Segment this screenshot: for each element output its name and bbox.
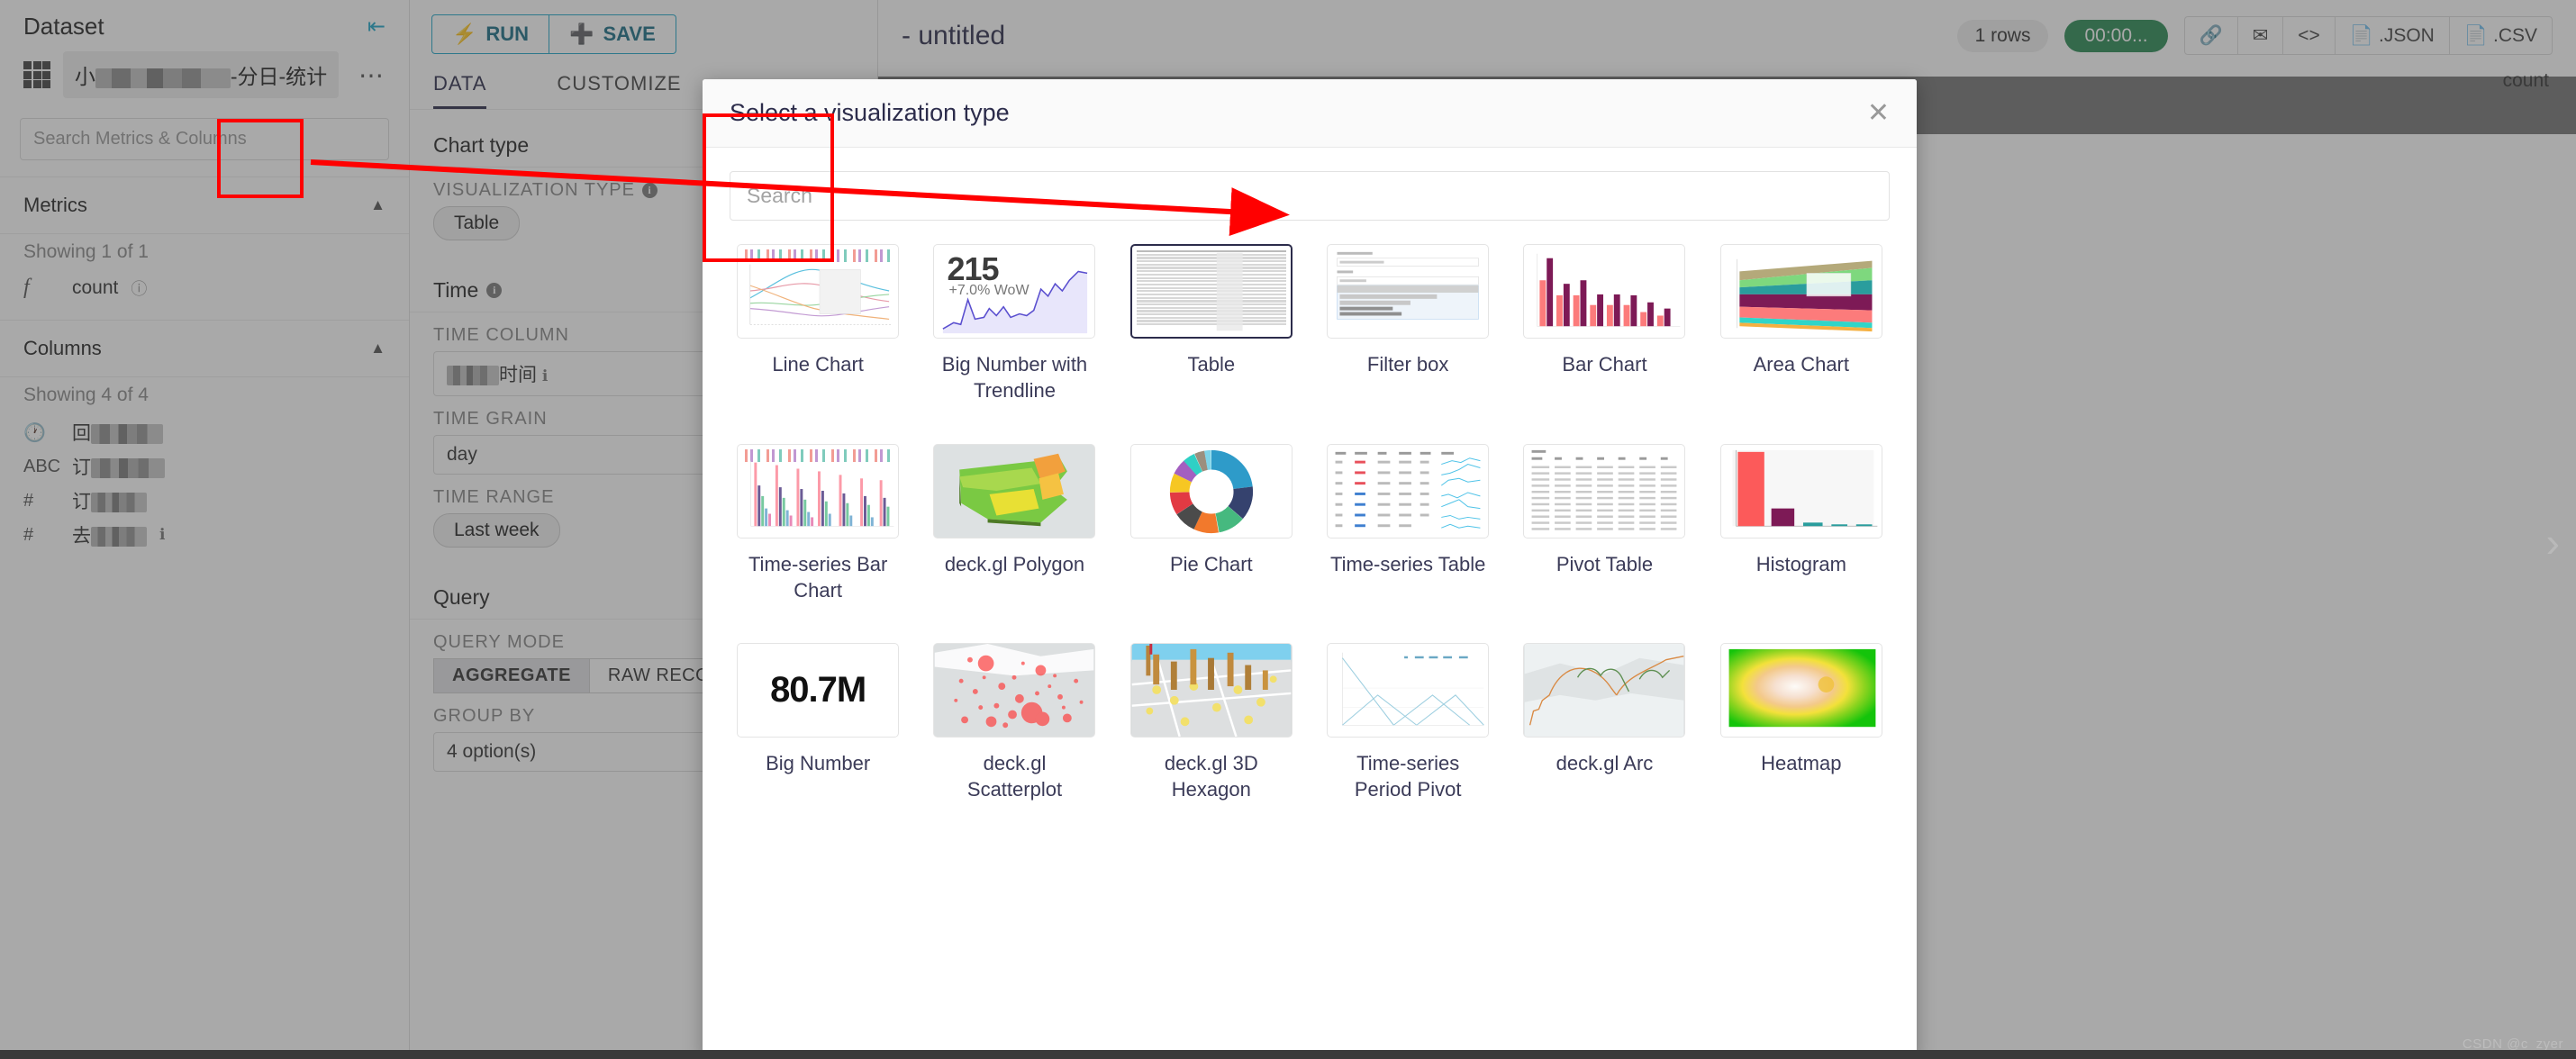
viz-card-area-chart[interactable]: Area Chart [1713,244,1890,404]
viz-card-label: Time-series Period Pivot [1354,752,1462,801]
viz-card-pie-chart[interactable]: Pie Chart [1123,443,1300,604]
table-thumb [1129,244,1293,339]
modal-title: Select a visualization type [730,99,1010,126]
filter-box-thumb [1327,244,1490,339]
viz-card-pivot-table[interactable]: Pivot Table [1516,443,1692,604]
viz-card-time-series-table[interactable]: Time-series Table [1320,443,1496,604]
viz-card-label: Area Chart [1753,353,1849,376]
visualization-type-modal: Select a visualization type ✕ Search Lin… [703,79,1917,1059]
pivot-table-thumb [1523,443,1686,539]
close-icon[interactable]: ✕ [1867,99,1890,127]
viz-card-deckgl-scatterplot[interactable]: deck.gl Scatterplot [926,643,1102,803]
deckgl-polygon-thumb [933,443,1096,539]
viz-card-big-number-with-trendline[interactable]: 215 +7.0% WoW Big Number with Trendline [926,244,1102,404]
viz-card-label: Time-series Bar Chart [748,552,888,602]
viz-card-bar-chart[interactable]: Bar Chart [1516,244,1692,404]
viz-card-line-chart[interactable]: Line Chart [730,244,906,404]
search-input[interactable]: Search [730,171,1890,221]
time-series-period-pivot-thumb [1327,643,1490,738]
viz-card-label: Table [1187,353,1236,376]
chevron-right-icon[interactable]: › [2546,518,2560,566]
viz-card-time-series-period-pivot[interactable]: Time-series Period Pivot [1320,643,1496,803]
viz-card-label: Big Number with Trendline [941,353,1088,403]
viz-card-label: deck.gl 3D Hexagon [1164,752,1258,801]
viz-card-histogram[interactable]: Histogram [1713,443,1890,604]
modal-body: Search Line Chart 215 +7.0% WoW Big Numb… [703,148,1917,1059]
viz-card-deckgl-polygon[interactable]: deck.gl Polygon [926,443,1102,604]
viz-card-big-number[interactable]: 80.7M Big Number [730,643,906,803]
deckgl-3d-hexagon-thumb [1129,643,1293,738]
modal-header: Select a visualization type ✕ [703,79,1917,148]
viz-card-filter-box[interactable]: Filter box [1320,244,1496,404]
pie-chart-thumb [1129,443,1293,539]
viz-card-label: Filter box [1366,353,1449,376]
viz-card-label: deck.gl Arc [1556,752,1654,774]
big-number-trendline-thumb: 215 +7.0% WoW [933,244,1096,339]
deckgl-scatterplot-thumb [933,643,1096,738]
histogram-thumb [1719,443,1882,539]
viz-card-deckgl-3d-hexagon[interactable]: deck.gl 3D Hexagon [1123,643,1300,803]
time-series-table-thumb [1327,443,1490,539]
viz-card-label: Heatmap [1761,752,1842,774]
viz-card-deckgl-arc[interactable]: deck.gl Arc [1516,643,1692,803]
viz-card-label: Pivot Table [1556,552,1654,575]
viz-card-label: Bar Chart [1562,353,1647,376]
bar-chart-thumb [1523,244,1686,339]
viz-card-time-series-bar-chart[interactable]: Time-series Bar Chart [730,443,906,604]
viz-card-label: Big Number [766,752,871,774]
area-chart-thumb [1719,244,1882,339]
line-chart-thumb [737,244,900,339]
viz-card-label: Time-series Table [1329,552,1486,575]
viz-card-table[interactable]: Table [1123,244,1300,404]
bottom-bar [0,1050,2576,1059]
viz-card-label: deck.gl Polygon [944,552,1085,575]
viz-card-heatmap[interactable]: Heatmap [1713,643,1890,803]
time-series-bar-chart-thumb [737,443,900,539]
viz-card-label: Histogram [1755,552,1846,575]
visualization-type-grid: Line Chart 215 +7.0% WoW Big Number with… [730,244,1890,803]
big-number-value: 80.7M [770,670,866,710]
heatmap-thumb [1719,643,1882,738]
viz-card-label: deck.gl Scatterplot [966,752,1063,801]
big-number-thumb: 80.7M [737,643,900,738]
viz-card-label: Line Chart [772,353,864,376]
deckgl-arc-thumb [1523,643,1686,738]
viz-card-label: Pie Chart [1169,552,1253,575]
